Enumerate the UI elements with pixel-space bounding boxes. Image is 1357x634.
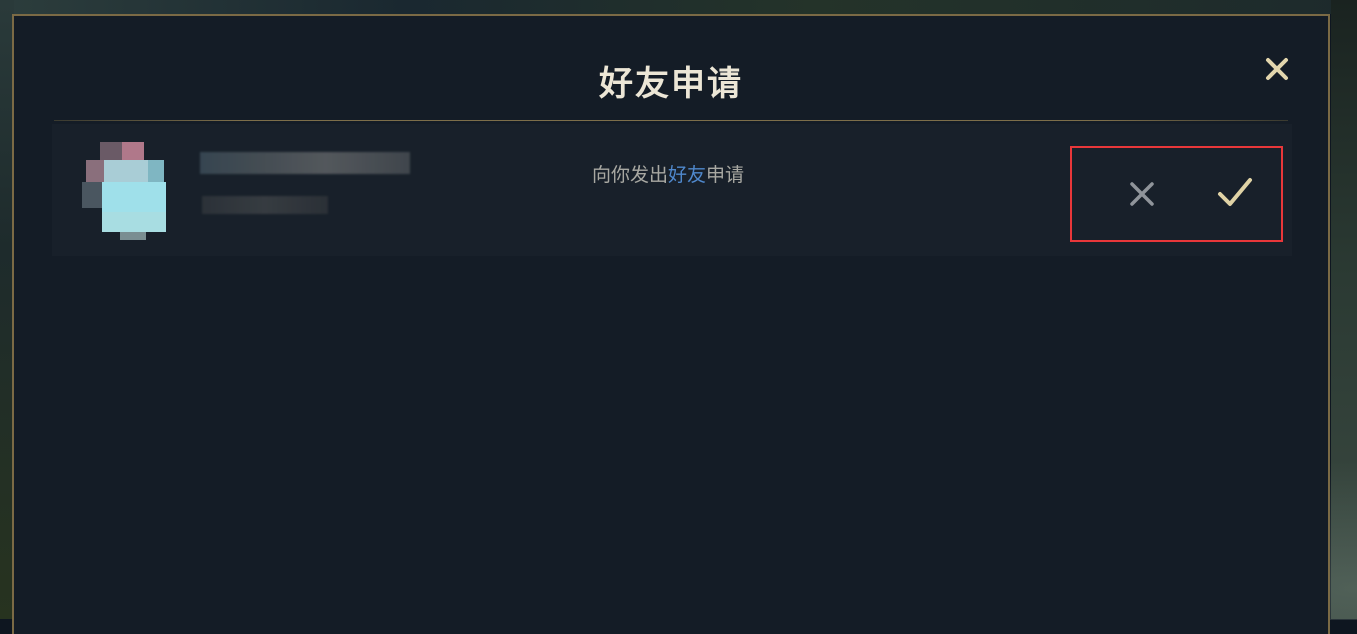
- message-prefix: 向你发出: [592, 164, 669, 186]
- decline-button[interactable]: [1128, 180, 1156, 208]
- title-divider: [54, 120, 1288, 121]
- user-subtitle-redacted: [202, 196, 328, 214]
- request-message: 向你发出好友申请: [592, 160, 744, 187]
- friend-request-dialog: 好友申请 向你发出好友申请: [12, 14, 1330, 634]
- close-button[interactable]: [1262, 54, 1292, 84]
- x-icon: [1130, 182, 1154, 206]
- close-icon: [1266, 58, 1288, 80]
- dialog-title: 好友申请: [599, 64, 743, 104]
- avatar: [80, 138, 172, 242]
- username-redacted: [200, 152, 410, 174]
- checkmark-icon: [1218, 178, 1252, 206]
- message-highlight: 好友: [668, 164, 707, 186]
- accept-button[interactable]: [1216, 174, 1254, 210]
- background-top: [0, 0, 1357, 14]
- friend-request-item: 向你发出好友申请: [52, 124, 1292, 256]
- message-suffix: 申请: [706, 164, 745, 186]
